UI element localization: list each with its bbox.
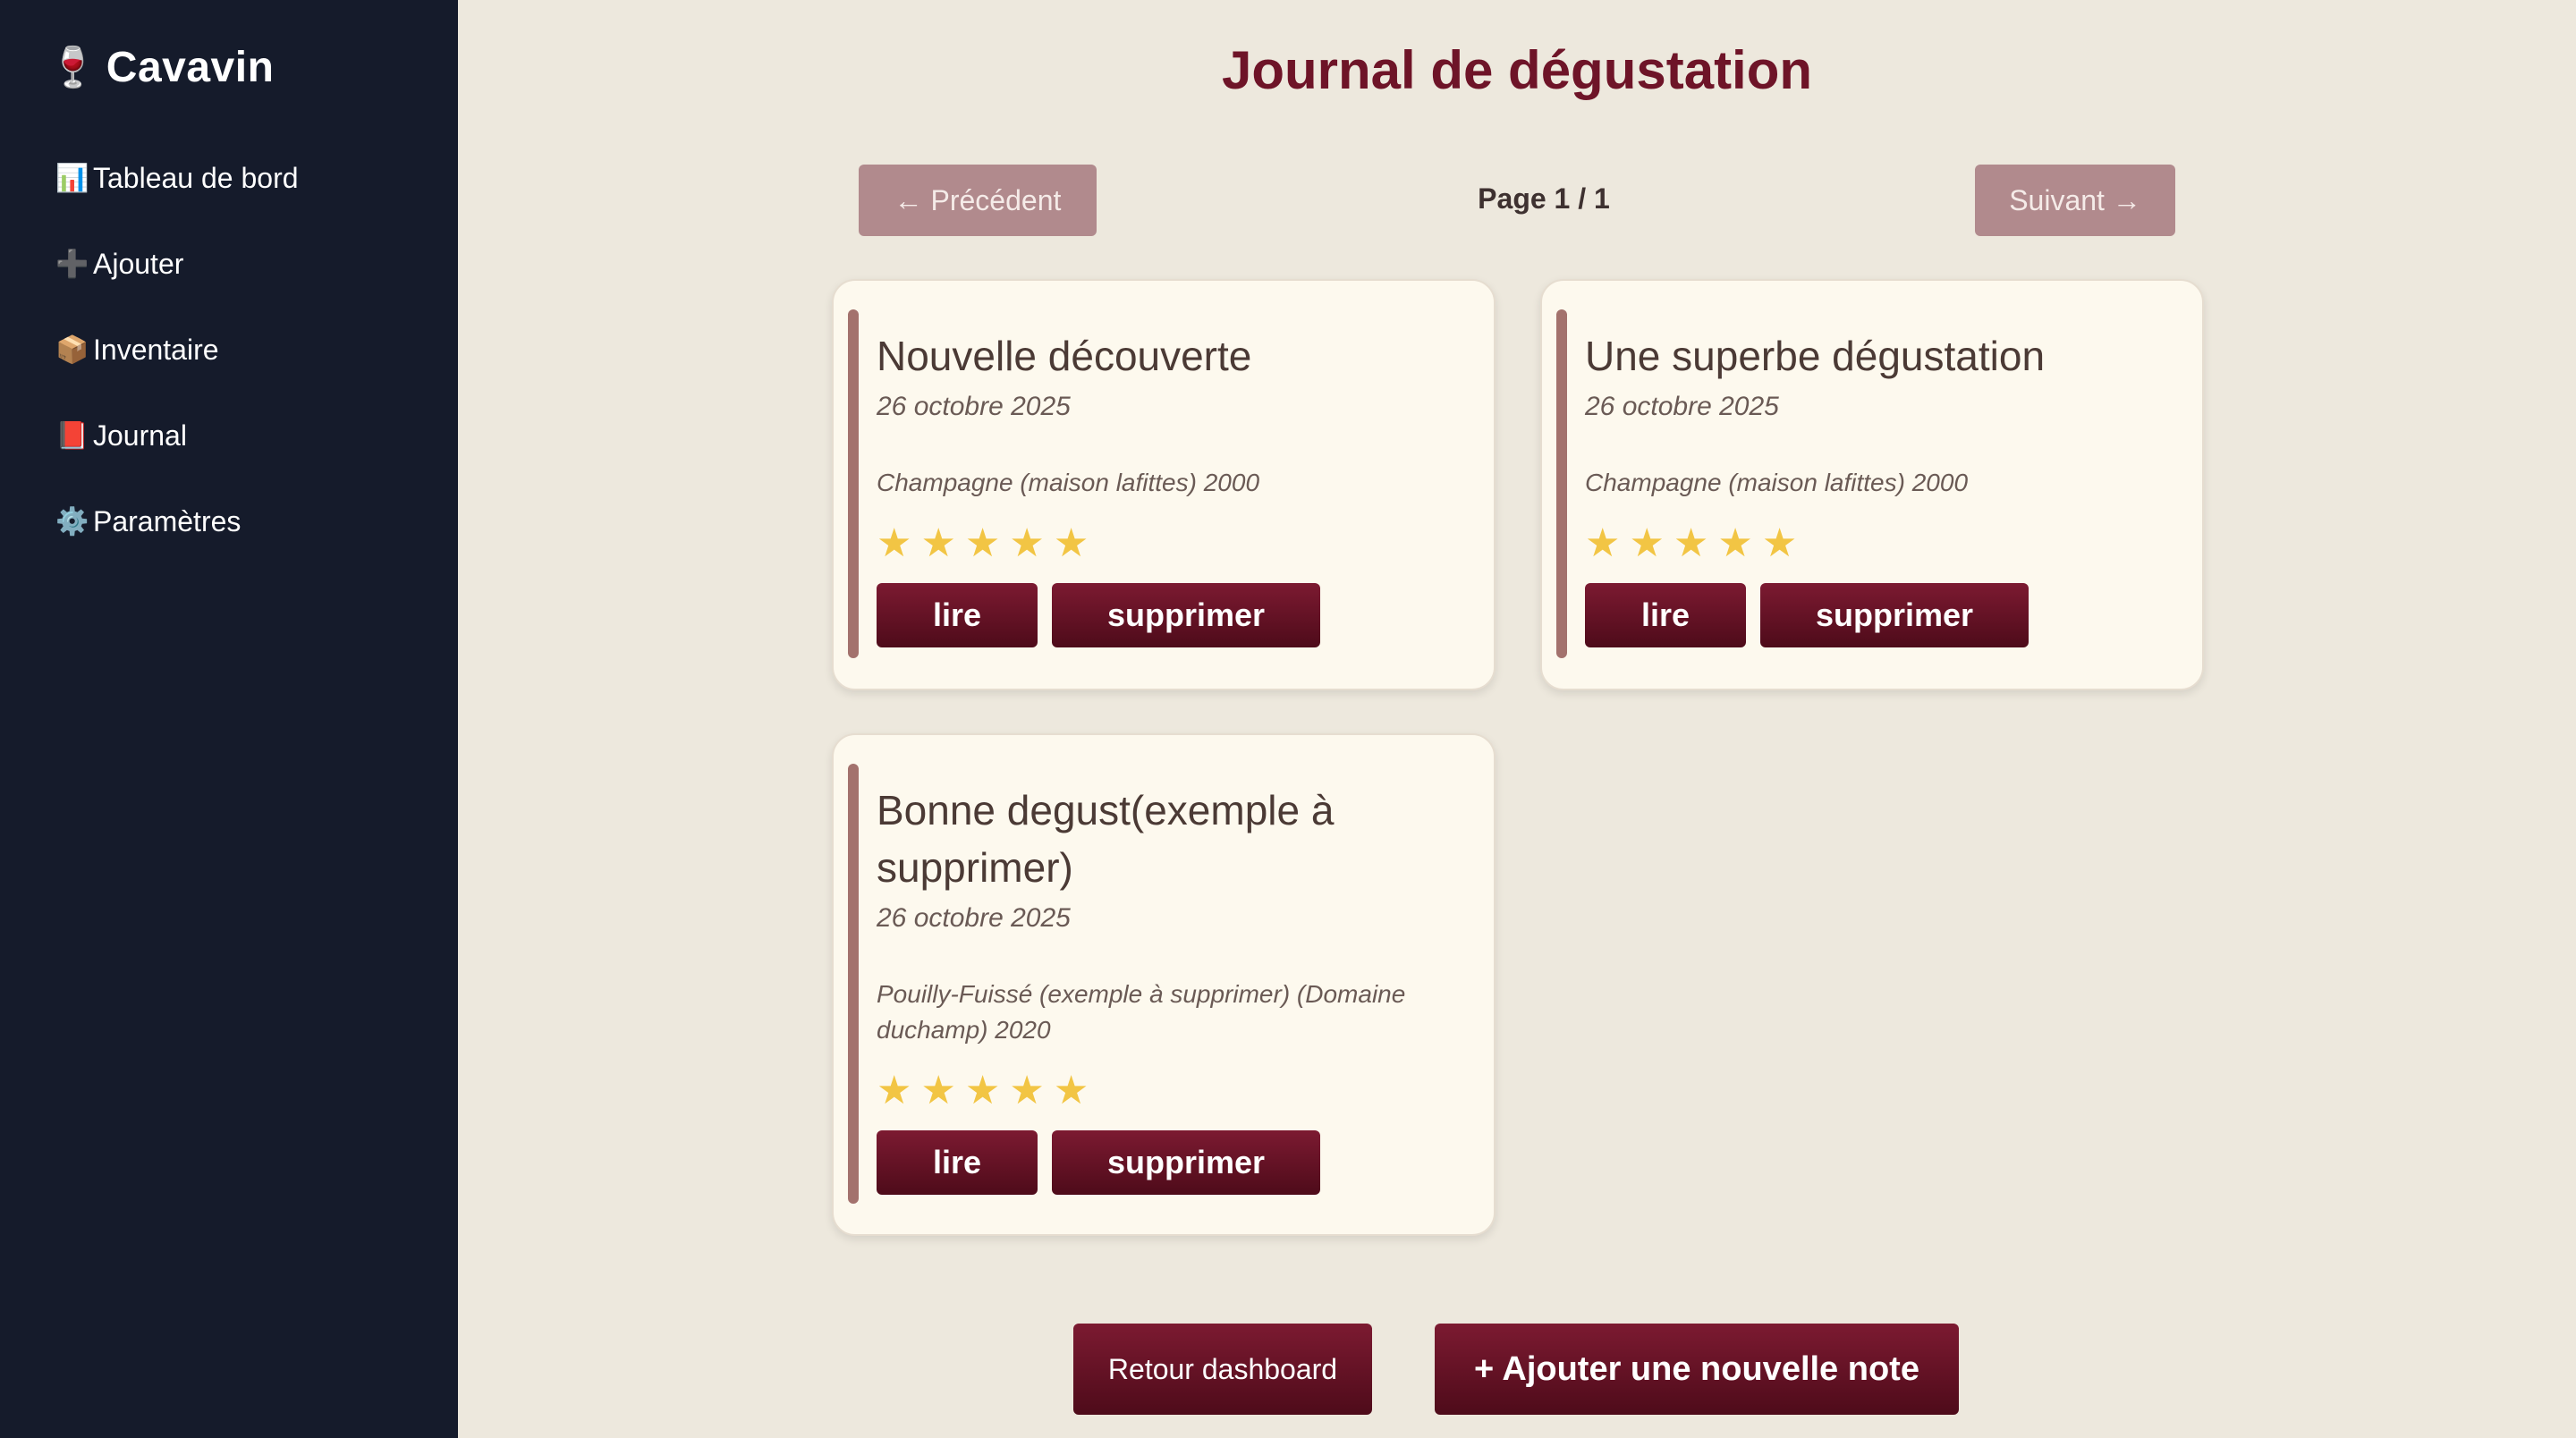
previous-page-button[interactable]: ← Précédent	[859, 165, 1097, 236]
star-icon: ★	[1673, 521, 1709, 565]
star-icon: ★	[877, 1069, 912, 1112]
star-icon: ★	[920, 1069, 956, 1112]
note-date: 26 octobre 2025	[1585, 392, 1779, 421]
sidebar-item-journal[interactable]: 📕 Journal	[48, 393, 458, 478]
book-icon: 📕	[55, 420, 89, 451]
sidebar-item-inventory[interactable]: 📦 Inventaire	[48, 307, 458, 393]
app-name: Cavavin	[106, 44, 275, 91]
star-icon: ★	[920, 521, 956, 565]
rating-stars: ★ ★ ★ ★ ★	[877, 1071, 1458, 1111]
page-indicator: Page 1 / 1	[1478, 182, 1610, 215]
bar-chart-icon: 📊	[55, 163, 89, 193]
sidebar-item-add[interactable]: ➕ Ajouter	[48, 221, 458, 307]
add-note-button[interactable]: + Ajouter une nouvelle note	[1435, 1324, 1959, 1415]
rating-stars: ★ ★ ★ ★ ★	[1585, 524, 2166, 563]
star-icon: ★	[1629, 521, 1665, 565]
gear-icon: ⚙️	[55, 506, 89, 537]
star-icon: ★	[964, 1069, 1001, 1112]
star-icon: ★	[1717, 521, 1753, 565]
delete-button[interactable]: supprimer	[1052, 583, 1320, 647]
sidebar-item-dashboard[interactable]: 📊 Tableau de bord	[48, 135, 458, 221]
read-button[interactable]: lire	[877, 1130, 1038, 1195]
card-accent-bar	[1556, 309, 1567, 658]
note-wine: Champagne (maison lafittes) 2000	[877, 469, 1260, 496]
sidebar-item-settings[interactable]: ⚙️ Paramètres	[48, 478, 458, 564]
next-page-button[interactable]: Suivant →	[1975, 165, 2175, 236]
note-title: Une superbe dégustation	[1585, 333, 2046, 379]
main-content: Journal de dégustation ← Précédent Page …	[458, 0, 2576, 1438]
star-icon: ★	[964, 521, 1001, 565]
sidebar-item-label: Ajouter	[93, 247, 184, 280]
sidebar-item-label: Journal	[93, 419, 187, 452]
note-card: Nouvelle découverte 26 octobre 2025 Cham…	[832, 279, 1496, 690]
card-accent-bar	[848, 309, 859, 658]
star-icon: ★	[1761, 521, 1798, 565]
sidebar-item-label: Inventaire	[93, 333, 219, 366]
note-date: 26 octobre 2025	[877, 903, 1071, 933]
star-icon: ★	[1009, 1069, 1045, 1112]
star-icon: ★	[1585, 521, 1621, 565]
rating-stars: ★ ★ ★ ★ ★	[877, 524, 1458, 563]
read-button[interactable]: lire	[1585, 583, 1746, 647]
note-card: Bonne degust(exemple à supprimer) 26 oct…	[832, 733, 1496, 1236]
brand[interactable]: 🍷 Cavavin	[48, 43, 458, 92]
delete-button[interactable]: supprimer	[1052, 1130, 1320, 1195]
back-to-dashboard-button[interactable]: Retour dashboard	[1073, 1324, 1372, 1415]
star-icon: ★	[1009, 521, 1045, 565]
package-icon: 📦	[55, 334, 89, 365]
note-card: Une superbe dégustation 26 octobre 2025 …	[1540, 279, 2204, 690]
note-title: Bonne degust(exemple à supprimer)	[877, 787, 1335, 891]
page-title: Journal de dégustation	[1221, 40, 1813, 100]
sidebar-item-label: Tableau de bord	[93, 161, 299, 194]
card-accent-bar	[848, 764, 859, 1204]
star-icon: ★	[877, 521, 912, 565]
note-date: 26 octobre 2025	[877, 392, 1071, 421]
note-title: Nouvelle découverte	[877, 333, 1252, 379]
star-icon: ★	[1053, 1069, 1089, 1112]
wine-glass-icon: 🍷	[48, 45, 97, 89]
sidebar-nav: 📊 Tableau de bord ➕ Ajouter 📦 Inventaire…	[48, 135, 458, 564]
plus-icon: ➕	[55, 249, 89, 279]
sidebar: 🍷 Cavavin 📊 Tableau de bord ➕ Ajouter 📦 …	[0, 0, 458, 1438]
read-button[interactable]: lire	[877, 583, 1038, 647]
sidebar-item-label: Paramètres	[93, 504, 242, 537]
note-wine: Champagne (maison lafittes) 2000	[1585, 469, 1969, 496]
star-icon: ★	[1053, 521, 1089, 565]
note-wine: Pouilly-Fuissé (exemple à supprimer) (Do…	[877, 980, 1406, 1044]
delete-button[interactable]: supprimer	[1760, 583, 2029, 647]
